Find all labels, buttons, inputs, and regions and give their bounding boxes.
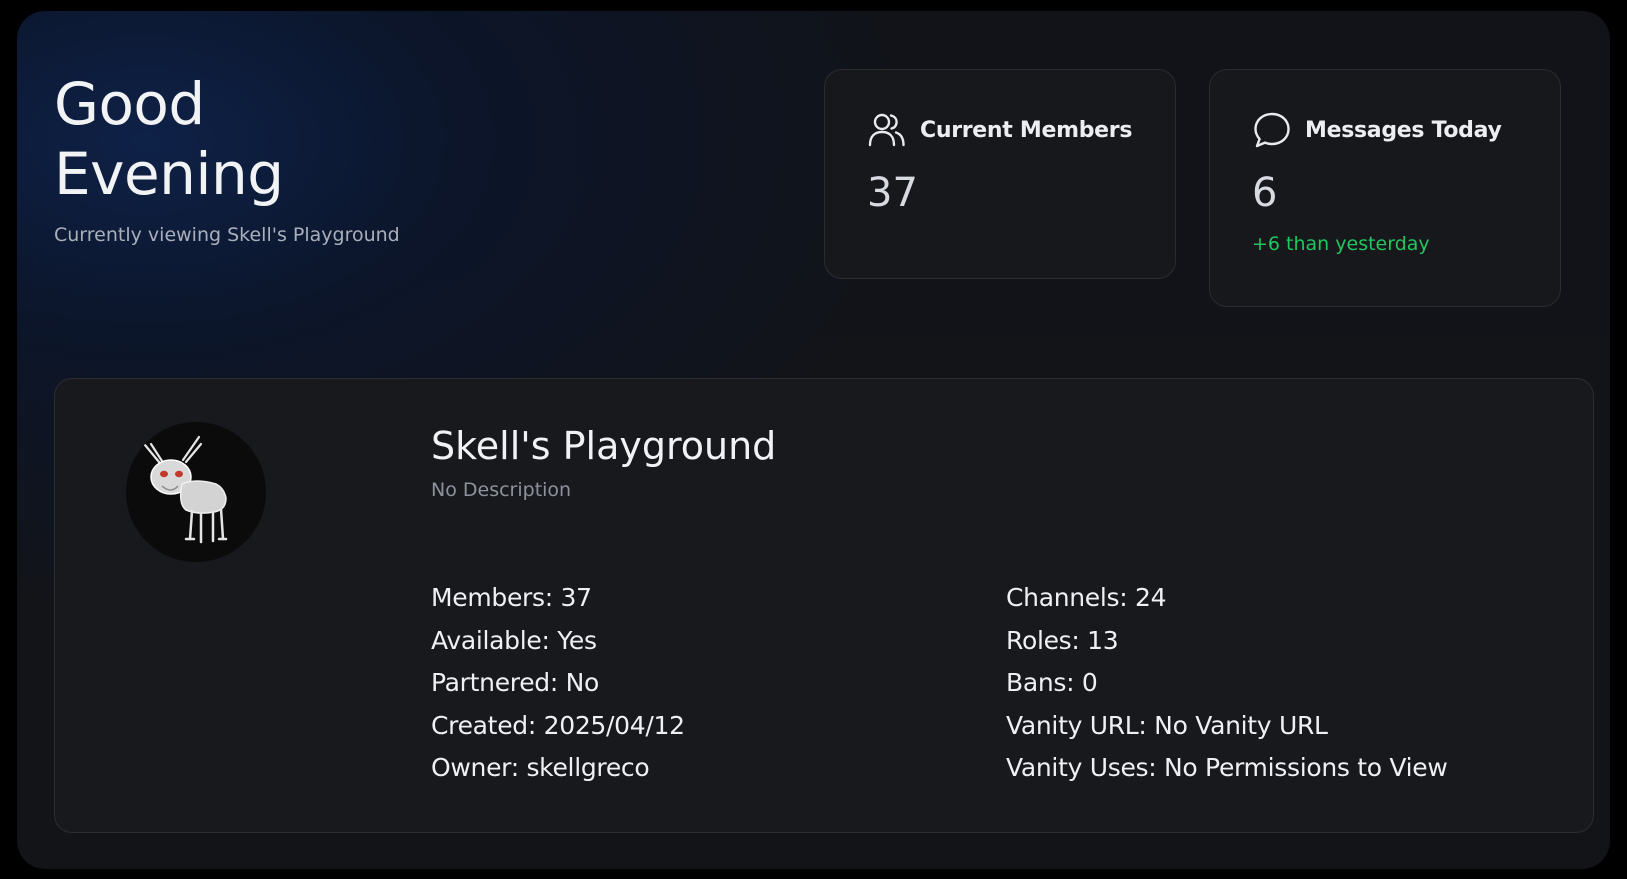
messages-today-header: Messages Today	[1252, 110, 1502, 150]
server-description: No Description	[431, 479, 572, 501]
info-channels: Channels: 24	[1006, 583, 1167, 612]
info-bans: Bans: 0	[1006, 668, 1098, 697]
messages-delta-text: +6 than yesterday	[1252, 233, 1430, 255]
greeting-line-1: Good	[54, 70, 205, 138]
current-members-title: Current Members	[920, 117, 1133, 143]
server-info-card: Skell's Playground No Description Member…	[54, 378, 1594, 833]
current-members-header: Current Members	[867, 110, 1132, 150]
info-available: Available: Yes	[431, 625, 597, 655]
greeting-line-2: Evening	[54, 140, 284, 208]
viewing-subtitle: Currently viewing Skell's Playground	[54, 224, 400, 246]
current-members-value: 37	[867, 170, 918, 216]
server-name: Skell's Playground	[431, 424, 777, 468]
chat-bubble-icon	[1252, 110, 1292, 150]
messages-today-value: 6	[1252, 170, 1278, 216]
messages-today-card: Messages Today 6 +6 than yesterday	[1209, 69, 1561, 307]
info-vanity-uses: Vanity Uses: No Permissions to View	[1006, 753, 1448, 782]
server-info-right: Channels: 24 Roles: 13 Bans: 0 Vanity UR…	[1006, 577, 1448, 790]
dashboard-panel: Good Evening Currently viewing Skell's P…	[17, 11, 1610, 869]
greeting-heading: Good Evening	[54, 69, 374, 209]
info-vanity-url: Vanity URL: No Vanity URL	[1006, 710, 1328, 740]
server-info-left: Members: 37 Available: Yes Partnered: No…	[431, 577, 685, 790]
info-roles: Roles: 13	[1006, 625, 1119, 655]
server-avatar[interactable]	[126, 422, 266, 562]
info-owner: Owner: skellgreco	[431, 753, 650, 782]
info-members: Members: 37	[431, 583, 592, 612]
users-icon	[867, 110, 907, 150]
current-members-card: Current Members 37	[824, 69, 1176, 279]
info-partnered: Partnered: No	[431, 668, 600, 697]
messages-today-title: Messages Today	[1305, 117, 1502, 143]
info-created: Created: 2025/04/12	[431, 710, 685, 740]
goat-drawing-icon	[126, 422, 266, 562]
